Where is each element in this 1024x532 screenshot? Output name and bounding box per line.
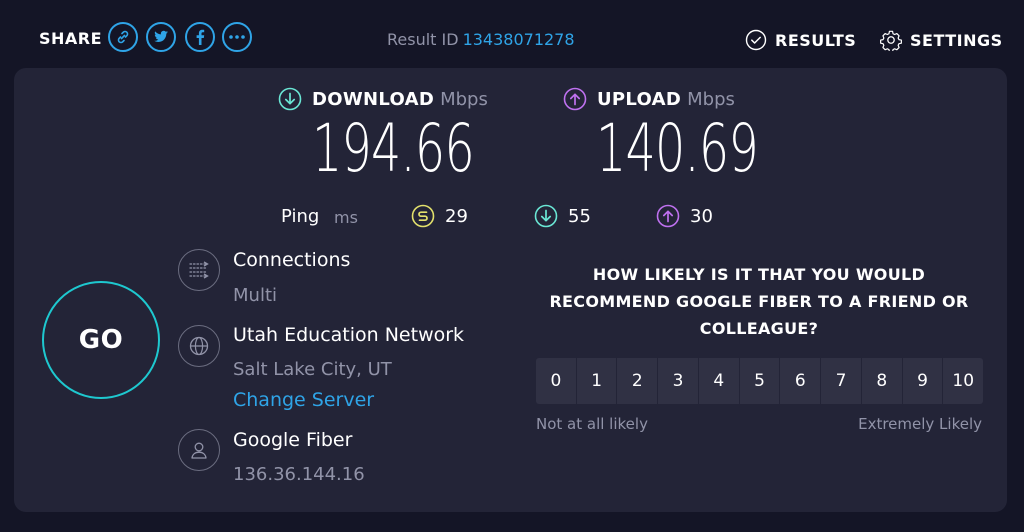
ping-upload: 30 (656, 204, 713, 228)
idle-latency-icon (411, 204, 435, 228)
scale-option-6[interactable]: 6 (780, 358, 821, 404)
share-twitter-button[interactable] (146, 22, 176, 52)
share-link-button[interactable] (108, 22, 138, 52)
ping-row: Ping ms 29 55 30 (14, 204, 1007, 230)
result-panel: DOWNLOAD Mbps 194.66 UPLOAD Mbps 140.69 … (14, 68, 1007, 512)
results-label: RESULTS (775, 30, 857, 50)
share-facebook-button[interactable] (185, 22, 215, 52)
scale-option-1[interactable]: 1 (576, 358, 617, 404)
check-circle-icon (745, 29, 767, 51)
survey-scale: 0 1 2 3 4 5 6 7 8 9 10 (536, 358, 984, 404)
ping-download: 55 (534, 204, 591, 228)
settings-label: SETTINGS (910, 30, 1003, 50)
scale-option-4[interactable]: 4 (698, 358, 739, 404)
result-id-label: Result ID (387, 30, 459, 49)
more-icon (229, 35, 245, 39)
download-label: DOWNLOAD (312, 88, 435, 110)
share-label: SHARE (39, 29, 103, 48)
scale-option-9[interactable]: 9 (902, 358, 943, 404)
result-id: Result ID 13438071278 (387, 30, 575, 49)
isp-icon-wrap (178, 429, 220, 471)
scale-high-label: Extremely Likely (858, 415, 982, 433)
upload-latency-icon (656, 204, 680, 228)
user-icon (191, 442, 207, 459)
download-arrow-icon (278, 87, 302, 111)
download-speed: 194.66 (312, 110, 475, 187)
download-unit: Mbps (440, 88, 488, 110)
upload-header: UPLOAD Mbps (563, 87, 735, 111)
upload-speed: 140.69 (596, 110, 759, 187)
gear-icon (880, 30, 902, 51)
isp-name: Google Fiber (233, 429, 353, 451)
scale-option-10[interactable]: 10 (943, 358, 984, 404)
server-location: Salt Lake City, UT (233, 359, 392, 380)
twitter-icon (154, 30, 168, 43)
share-more-button[interactable] (222, 22, 252, 52)
top-bar: SHARE Result ID 13438071278 RESULTS SETT… (0, 0, 1024, 76)
change-server-link[interactable]: Change Server (233, 389, 374, 411)
upload-unit: Mbps (687, 88, 735, 110)
connections-icon (189, 261, 209, 279)
isp-ip: 136.36.144.16 (233, 464, 365, 485)
ping-unit: ms (334, 208, 358, 227)
results-button[interactable]: RESULTS (745, 28, 856, 52)
ping-upload-value: 30 (690, 205, 713, 227)
scale-option-8[interactable]: 8 (861, 358, 902, 404)
ping-label: Ping (281, 206, 320, 227)
ping-idle-value: 29 (445, 205, 468, 227)
connections-icon-wrap[interactable] (178, 249, 220, 291)
ping-idle: 29 (411, 204, 468, 228)
connections-value: Multi (233, 285, 277, 306)
scale-option-5[interactable]: 5 (739, 358, 780, 404)
download-latency-icon (534, 204, 558, 228)
connections-title: Connections (233, 249, 351, 271)
globe-icon (189, 336, 209, 356)
result-id-link[interactable]: 13438071278 (463, 30, 575, 49)
settings-button[interactable]: SETTINGS (880, 28, 1003, 52)
scale-option-7[interactable]: 7 (821, 358, 861, 404)
scale-low-label: Not at all likely (536, 415, 648, 433)
upload-label: UPLOAD (597, 88, 682, 110)
link-icon (117, 30, 129, 44)
scale-option-3[interactable]: 3 (658, 358, 698, 404)
survey-question: HOW LIKELY IS IT THAT YOU WOULD RECOMMEN… (549, 265, 969, 338)
facebook-icon (196, 29, 205, 45)
scale-option-2[interactable]: 2 (617, 358, 658, 404)
download-header: DOWNLOAD Mbps (278, 87, 488, 111)
upload-arrow-icon (563, 87, 587, 111)
server-icon-wrap (178, 325, 220, 367)
scale-option-0[interactable]: 0 (536, 358, 576, 404)
go-button[interactable]: GO (42, 281, 160, 399)
ping-download-value: 55 (568, 205, 591, 227)
server-name: Utah Education Network (233, 324, 465, 346)
